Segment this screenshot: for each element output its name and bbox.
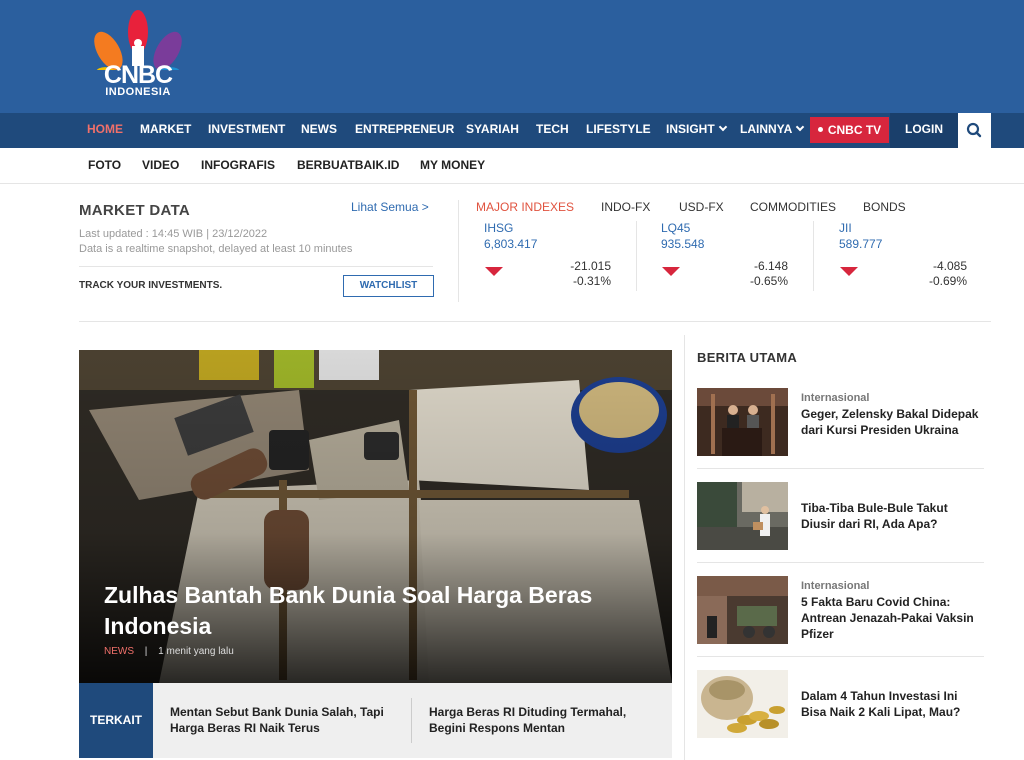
divider [636,221,637,291]
tab-bonds[interactable]: BONDS [863,200,906,214]
nav-market[interactable]: MARKET [140,113,191,148]
article-image [697,576,788,644]
article-category[interactable]: Internasional [801,392,869,404]
article-title[interactable]: Geger, Zelensky Bakal Didepak dari Kursi… [801,406,984,438]
index-value: 589.777 [839,237,883,251]
related-link[interactable]: Harga Beras RI Dituding Termahal, Begini… [429,704,659,736]
related-link[interactable]: Mentan Sebut Bank Dunia Salah, Tapi Harg… [170,704,390,736]
article-title[interactable]: 5 Fakta Baru Covid China: Antrean Jenaza… [801,594,984,642]
index-change: -4.085 [932,259,967,273]
article-title[interactable]: Tiba-Tiba Bule-Bule Takut Diusir dari RI… [801,500,984,532]
last-updated-text: Last updated : 14:45 WIB | 23/12/2022 [79,228,268,240]
nav-lainnya-dropdown[interactable]: LAINNYA [740,113,805,148]
cnbc-logo[interactable]: CNBC INDONESIA [86,8,190,98]
article-image [697,388,788,456]
arrow-down-icon [840,267,858,276]
index-value: 6,803.417 [484,237,538,251]
nav-news[interactable]: NEWS [301,113,337,148]
cnbc-tv-button[interactable]: CNBC TV [810,117,889,143]
subnav-video[interactable]: VIDEO [142,158,179,172]
article-item[interactable]: Dalam 4 Tahun Investasi Ini Bisa Naik 2 … [697,670,984,750]
headline-card[interactable]: Zulhas Bantah Bank Dunia Soal Harga Bera… [79,350,672,683]
main-nav: HOME MARKET INVESTMENT NEWS ENTREPRENEUR… [0,113,1024,148]
index-value: 935.548 [661,237,705,251]
arrow-down-icon [485,267,503,276]
index-name[interactable]: JII [839,221,852,235]
nav-entrepreneur[interactable]: ENTREPRENEUR [355,113,454,148]
subnav-infografis[interactable]: INFOGRAFIS [201,158,275,172]
nav-lainnya-label: LAINNYA [740,122,793,136]
article-category[interactable]: Internasional [801,580,869,592]
tab-usd-fx[interactable]: USD-FX [679,200,724,214]
index-change-pct: -0.31% [572,274,611,288]
search-button[interactable] [958,113,991,148]
logo-text: CNBC [103,61,173,89]
nav-lifestyle[interactable]: LIFESTYLE [586,113,651,148]
subnav-berbuatbaik[interactable]: BERBUATBAIK.ID [297,158,399,172]
tab-indo-fx[interactable]: INDO-FX [601,200,650,214]
article-title[interactable]: Dalam 4 Tahun Investasi Ini Bisa Naik 2 … [801,688,984,720]
divider [813,221,814,291]
article-image [697,670,788,738]
index-name[interactable]: IHSG [484,221,513,235]
delay-note: Data is a realtime snapshot, delayed at … [79,243,353,255]
logo-subtext: INDONESIA [105,86,171,98]
divider [411,698,412,743]
meta-separator: | [144,646,148,657]
article-item[interactable]: Internasional Geger, Zelensky Bakal Dide… [697,388,984,468]
article-thumbnail[interactable] [697,576,788,644]
see-all-link[interactable]: Lihat Semua > [351,200,429,214]
article-item[interactable]: Tiba-Tiba Bule-Bule Takut Diusir dari RI… [697,482,984,562]
live-dot-icon [817,127,823,132]
tab-commodities[interactable]: COMMODITIES [750,200,836,214]
related-articles: TERKAIT Mentan Sebut Bank Dunia Salah, T… [79,683,672,758]
cnbc-tv-label: CNBC TV [827,123,882,137]
headline-time: 1 menit yang lalu [158,646,234,657]
article-thumbnail[interactable] [697,482,788,550]
nav-syariah[interactable]: SYARIAH [466,113,519,148]
divider [697,468,984,469]
headline-category[interactable]: NEWS [104,646,134,657]
subnav-my-money[interactable]: MY MONEY [420,158,485,172]
berita-utama-title: BERITA UTAMA [697,350,798,365]
track-investments-label: TRACK YOUR INVESTMENTS. [79,280,223,291]
divider [684,335,685,760]
sub-nav: FOTO VIDEO INFOGRAFIS BERBUATBAIK.ID MY … [0,148,1024,184]
article-image [697,482,788,550]
divider [79,266,433,267]
nav-home[interactable]: HOME [87,113,123,148]
nav-insight-dropdown[interactable]: INSIGHT [666,113,727,148]
arrow-down-icon [662,267,680,276]
divider [697,562,984,563]
login-button[interactable]: LOGIN [890,113,958,148]
article-thumbnail[interactable] [697,388,788,456]
article-item[interactable]: Internasional 5 Fakta Baru Covid China: … [697,576,984,656]
related-label: TERKAIT [79,683,153,758]
nav-tech[interactable]: TECH [536,113,569,148]
chevron-down-icon [718,122,727,132]
chevron-down-icon [795,122,805,132]
index-change: -6.148 [753,259,788,273]
article-thumbnail[interactable] [697,670,788,738]
site-header: CNBC INDONESIA [0,0,1024,113]
market-data-title: MARKET DATA [79,202,191,219]
subnav-foto[interactable]: FOTO [88,158,121,172]
nav-investment[interactable]: INVESTMENT [208,113,285,148]
nav-insight-label: INSIGHT [666,122,715,136]
headline-title[interactable]: Zulhas Bantah Bank Dunia Soal Harga Bera… [104,580,644,642]
divider [79,321,991,322]
index-change: -21.015 [570,259,611,273]
index-change-pct: -0.65% [749,274,788,288]
search-icon [966,122,982,138]
tab-major-indexes[interactable]: MAJOR INDEXES [476,200,574,214]
divider [697,656,984,657]
divider [458,200,459,302]
watchlist-button[interactable]: WATCHLIST [343,275,434,297]
headline-meta: NEWS | 1 menit yang lalu [104,646,234,657]
index-change-pct: -0.69% [928,274,967,288]
index-name[interactable]: LQ45 [661,221,690,235]
